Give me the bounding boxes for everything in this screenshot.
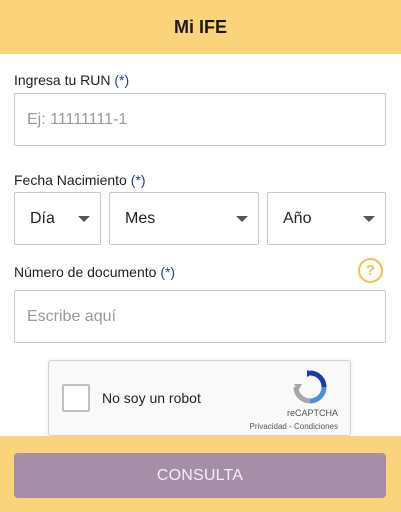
document-label: Número de documento (*) xyxy=(14,264,175,280)
chevron-down-icon xyxy=(236,215,248,222)
recaptcha-widget: No soy un robot reCAPTCHA Privacidad - C… xyxy=(48,360,351,436)
year-select-value: Año xyxy=(283,209,312,227)
month-select[interactable]: Mes xyxy=(109,192,259,245)
chevron-down-icon xyxy=(363,215,375,222)
recaptcha-label: No soy un robot xyxy=(102,390,201,406)
chevron-down-icon xyxy=(78,215,90,222)
birthdate-label: Fecha Nacimiento (*) xyxy=(14,172,146,188)
document-label-text: Número de documento xyxy=(14,264,157,280)
run-required-mark: (*) xyxy=(114,72,130,88)
run-label-text: Ingresa tu RUN xyxy=(14,72,111,88)
app-header: Mi IFE xyxy=(0,0,401,54)
recaptcha-links[interactable]: Privacidad - Condiciones xyxy=(250,422,339,431)
run-input[interactable] xyxy=(14,93,386,146)
question-circle-icon[interactable]: ? xyxy=(358,258,383,283)
run-label: Ingresa tu RUN (*) xyxy=(14,72,129,88)
year-select[interactable]: Año xyxy=(267,192,386,245)
recaptcha-checkbox[interactable] xyxy=(62,384,90,412)
day-select[interactable]: Día xyxy=(14,192,101,245)
document-input[interactable] xyxy=(14,290,386,343)
page-title: Mi IFE xyxy=(174,16,227,37)
recaptcha-logo-icon xyxy=(293,370,327,404)
consulta-button[interactable]: CONSULTA xyxy=(14,453,386,498)
document-required-mark: (*) xyxy=(160,264,176,280)
month-select-value: Mes xyxy=(125,209,156,227)
birthdate-label-text: Fecha Nacimiento xyxy=(14,172,127,188)
day-select-value: Día xyxy=(30,209,55,227)
recaptcha-brand: reCAPTCHA xyxy=(286,408,338,418)
birthdate-required-mark: (*) xyxy=(130,172,146,188)
